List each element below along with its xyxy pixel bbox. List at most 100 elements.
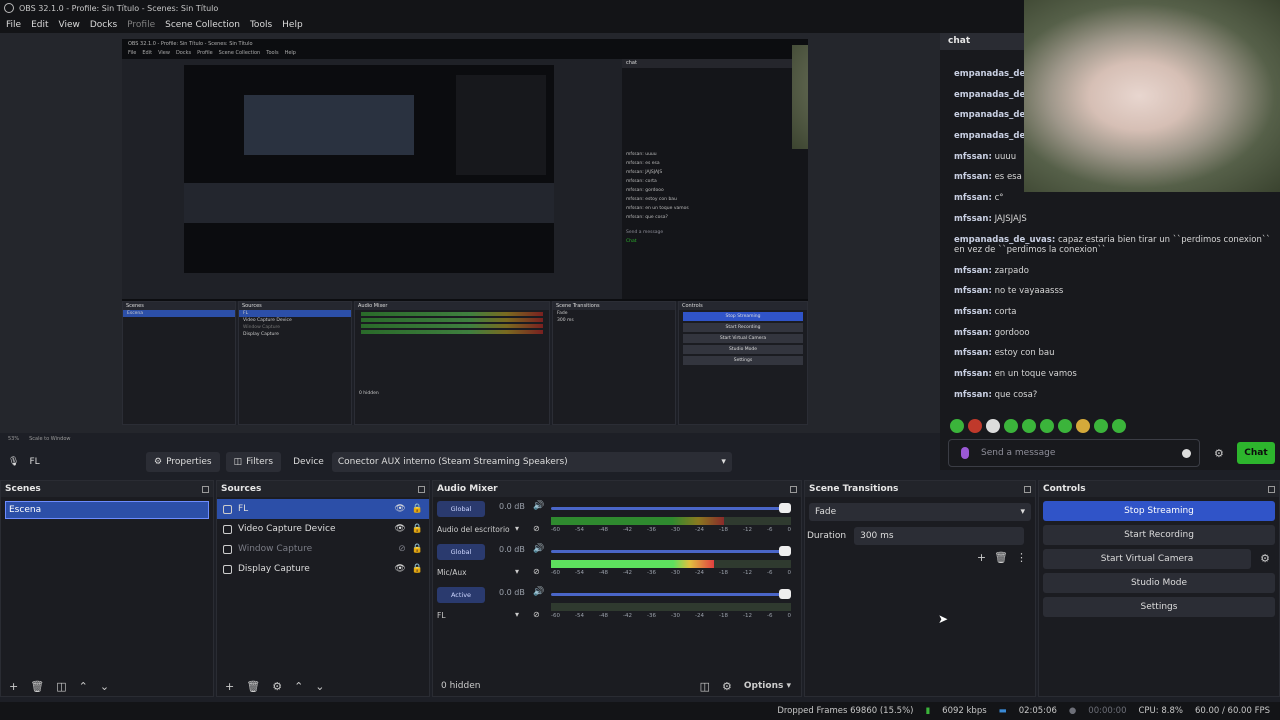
studio-mode-button[interactable]: Studio Mode [1043, 573, 1275, 593]
speaker-icon[interactable]: 🔊 [533, 587, 544, 597]
undock-icon[interactable] [790, 485, 797, 493]
menu-scene-collection[interactable]: Scene Collection [165, 20, 240, 30]
preview-area[interactable]: OBS 32.1.0 - Profile: Sin Título - Scene… [0, 33, 940, 433]
volume-slider[interactable] [551, 507, 791, 510]
eye-icon[interactable]: 👁 [394, 524, 405, 534]
volume-slider[interactable] [551, 593, 791, 596]
move-down-icon[interactable]: ⌄ [100, 680, 109, 693]
trash-icon[interactable]: 🗑 [246, 680, 260, 693]
mixer-badge[interactable]: Active [437, 587, 485, 603]
menu-help[interactable]: Help [282, 20, 303, 30]
mute-icon[interactable]: ⊘ [533, 610, 540, 619]
add-icon[interactable]: + [9, 680, 18, 693]
menu-tools[interactable]: Tools [250, 20, 272, 30]
emote-icon[interactable] [1076, 419, 1090, 433]
settings-button[interactable]: Settings [1043, 597, 1275, 617]
source-item[interactable]: Window Capture ⊘ 🔒 [217, 539, 429, 559]
virtual-camera-gear-icon[interactable]: ⚙ [1255, 549, 1275, 569]
volume-slider[interactable] [551, 550, 791, 553]
chat-username[interactable]: mfssan: [954, 266, 992, 276]
chat-username[interactable]: mfssan: [954, 193, 992, 203]
chat-send-button[interactable]: Chat [1237, 442, 1275, 464]
device-select[interactable]: Conector AUX interno (Steam Streaming Sp… [331, 452, 732, 472]
eye-icon[interactable]: 👁 [394, 504, 405, 514]
volume-slider-handle[interactable] [779, 503, 791, 513]
more-icon[interactable]: ⋮ [1016, 551, 1027, 564]
lock-icon[interactable]: 🔒 [412, 524, 423, 534]
undock-icon[interactable] [418, 485, 425, 493]
eye-slash-icon[interactable]: ⊘ [398, 544, 406, 554]
advanced-audio-icon[interactable]: ⚙ [722, 680, 732, 693]
chat-settings-gear-icon[interactable]: ⚙ [1214, 447, 1224, 460]
speaker-icon[interactable]: 🔊 [533, 544, 544, 554]
mute-icon[interactable]: ⊘ [533, 567, 540, 576]
menu-docks[interactable]: Docks [90, 20, 117, 30]
chat-username[interactable]: empanadas_de_ [954, 131, 1029, 141]
add-icon[interactable]: + [225, 680, 234, 693]
speaker-icon[interactable]: 🔊 [533, 501, 544, 511]
lock-icon[interactable]: 🔒 [412, 564, 423, 574]
mixer-badge[interactable]: Global [437, 544, 485, 560]
emote-icon[interactable] [986, 419, 1000, 433]
layout-icon[interactable]: ◫ [700, 680, 710, 693]
chevron-down-icon[interactable]: ▾ [515, 524, 519, 533]
chat-username[interactable]: mfssan: [954, 172, 992, 182]
chat-username[interactable]: empanadas_de_ [954, 90, 1029, 100]
emote-icon[interactable] [950, 419, 964, 433]
mixer-badge[interactable]: Global [437, 501, 485, 517]
chat-username[interactable]: empanadas_de_ [954, 110, 1029, 120]
volume-slider-handle[interactable] [779, 589, 791, 599]
filters-button[interactable]: ◫ Filters [225, 452, 282, 472]
chat-username[interactable]: mfssan: [954, 152, 992, 162]
add-icon[interactable]: + [977, 551, 986, 564]
move-up-icon[interactable]: ⌃ [79, 680, 88, 693]
menu-view[interactable]: View [59, 20, 80, 30]
menu-edit[interactable]: Edit [31, 20, 48, 30]
chevron-down-icon[interactable]: ▾ [515, 567, 519, 576]
start-virtual-camera-button[interactable]: Start Virtual Camera [1043, 549, 1251, 569]
bits-icon[interactable] [961, 447, 969, 459]
filter-icon[interactable]: ◫ [56, 680, 66, 693]
chat-send-input[interactable]: Send a message [948, 439, 1200, 467]
emoji-icon[interactable] [1182, 448, 1191, 458]
volume-slider-handle[interactable] [779, 546, 791, 556]
scene-item[interactable]: Escena [5, 501, 209, 519]
preview-canvas[interactable]: OBS 32.1.0 - Profile: Sin Título - Scene… [122, 39, 808, 425]
emote-icon[interactable] [1022, 419, 1036, 433]
emote-icon[interactable] [1040, 419, 1054, 433]
stop-streaming-button[interactable]: Stop Streaming [1043, 501, 1275, 521]
undock-icon[interactable] [1024, 485, 1031, 493]
menu-file[interactable]: File [6, 20, 21, 30]
duration-input[interactable]: 300 ms [854, 527, 1025, 545]
start-recording-button[interactable]: Start Recording [1043, 525, 1275, 545]
mute-icon[interactable]: ⊘ [533, 524, 540, 533]
properties-button[interactable]: ⚙ Properties [146, 452, 220, 472]
undock-icon[interactable] [202, 485, 209, 493]
chevron-down-icon[interactable]: ▾ [515, 610, 519, 619]
eye-icon[interactable]: 👁 [394, 564, 405, 574]
chat-username[interactable]: mfssan: [954, 328, 992, 338]
emote-icon[interactable] [968, 419, 982, 433]
lock-icon[interactable]: 🔒 [412, 544, 423, 554]
chat-username[interactable]: mfssan: [954, 307, 992, 317]
chat-username[interactable]: mfssan: [954, 214, 992, 224]
source-item[interactable]: Video Capture Device 👁 🔒 [217, 519, 429, 539]
chat-username[interactable]: mfssan: [954, 286, 992, 296]
emote-icon[interactable] [1004, 419, 1018, 433]
menu-profile[interactable]: Profile [127, 20, 155, 30]
source-item[interactable]: FL 👁 🔒 [217, 499, 429, 519]
transition-select[interactable]: Fade ▾ [809, 503, 1031, 521]
emote-icon[interactable] [1058, 419, 1072, 433]
move-up-icon[interactable]: ⌃ [294, 680, 303, 693]
source-item[interactable]: Display Capture 👁 🔒 [217, 559, 429, 579]
options-button[interactable]: Options ▾ [744, 681, 791, 691]
undock-icon[interactable] [1268, 485, 1275, 493]
chat-username[interactable]: mfssan: [954, 369, 992, 379]
chat-username[interactable]: empanadas_de_uvas: [954, 235, 1055, 245]
emote-icon[interactable] [1112, 419, 1126, 433]
chat-username[interactable]: empanadas_de_ [954, 69, 1029, 79]
trash-icon[interactable]: 🗑 [30, 680, 44, 693]
emote-icon[interactable] [1094, 419, 1108, 433]
lock-icon[interactable]: 🔒 [412, 504, 423, 514]
chat-username[interactable]: mfssan: [954, 390, 992, 400]
